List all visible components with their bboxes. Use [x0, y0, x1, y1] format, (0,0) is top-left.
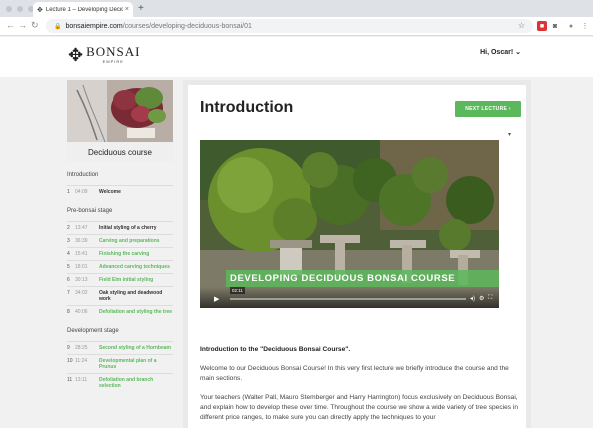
lesson-duration: 04:09 [75, 189, 88, 195]
tab-close-icon[interactable]: × [125, 6, 129, 13]
tab-title: Lecture 1 – Developing Decidu [45, 6, 123, 13]
url-field[interactable]: 🔒 bonsaiempire.com /courses/developing-d… [46, 19, 533, 33]
sidebar-lesson-item[interactable]: 8 40:06 Defoliation and styling the tree [67, 305, 173, 318]
course-sidebar: Deciduous course Introduction 1 04:09 Welco… [67, 80, 173, 428]
lesson-title: Defoliation and branch selection [99, 377, 154, 389]
lesson-duration: 36:39 [75, 238, 88, 244]
sidebar-lesson-item[interactable]: 7 34:02 Oak styling and deadwood work [67, 286, 173, 305]
logo-subtext: EMPIRE [102, 59, 124, 64]
lesson-title: Developmental plan of a Prunus [99, 358, 157, 370]
site-header: ✥ BONSAI EMPIRE Hi, Oscar! ⌄ [0, 37, 593, 77]
lesson-title: Second styling of a Hornbeam [99, 345, 171, 351]
lesson-number: 6 [67, 277, 70, 283]
sidebar-lesson-item[interactable]: 11 13:11 Defoliation and branch selection [67, 373, 173, 392]
new-tab-button[interactable]: + [138, 3, 144, 14]
lecture-description: Introduction to the "Deciduous Bonsai Co… [200, 345, 520, 428]
lesson-duration: 11:24 [75, 358, 88, 364]
browser-tab-bar: ✥ Lecture 1 – Developing Decidu × + [0, 0, 593, 17]
lesson-duration: 13:47 [75, 225, 88, 231]
lesson-number: 2 [67, 225, 70, 231]
lesson-number: 10 [67, 358, 73, 364]
sidebar-lesson-item[interactable]: 5 18:01 Advanced carving techniques [67, 260, 173, 273]
lesson-number: 5 [67, 264, 70, 270]
video-title-banner: DEVELOPING DECIDUOUS BONSAI COURSE [226, 270, 499, 287]
lesson-title: Initial styling of a cherry [99, 225, 157, 231]
sidebar-section-title: Introduction [67, 172, 99, 178]
sidebar-section-title: Development stage [67, 328, 119, 334]
lesson-title: Carving and preparations [99, 238, 160, 244]
lesson-number: 1 [67, 189, 70, 195]
reload-icon[interactable]: ↻ [31, 20, 39, 31]
window-controls[interactable] [6, 6, 34, 12]
extension-icon[interactable]: ■ [537, 21, 547, 31]
lesson-title: Field Elm initial styling [99, 277, 154, 283]
sidebar-lesson-item[interactable]: 9 28:25 Second styling of a Hornbeam [67, 341, 173, 354]
browser-tab[interactable]: ✥ Lecture 1 – Developing Decidu × [33, 2, 133, 17]
sidebar-lesson-item[interactable]: 1 04:09 Welcome [67, 185, 173, 198]
video-controls: ▶ 02:11 ◂) ⚙ ⛶ [200, 287, 499, 308]
sidebar-section-title: Pre-bonsai stage [67, 208, 113, 214]
volume-icon[interactable]: ◂) [470, 295, 475, 302]
url-host: bonsaiempire.com [65, 22, 123, 30]
sidebar-lesson-item[interactable]: 6 30:13 Field Elm initial styling [67, 273, 173, 286]
video-progress-bar[interactable] [230, 298, 466, 300]
lesson-duration: 40:06 [75, 309, 88, 315]
back-icon[interactable]: ← [6, 20, 15, 30]
course-title: Deciduous course [67, 142, 173, 162]
chevron-down-icon: ⌄ [515, 49, 521, 56]
settings-icon[interactable]: ⚙ [479, 295, 484, 302]
lesson-title: Oak styling and deadwood work [99, 290, 163, 302]
sidebar-lesson-item[interactable]: 10 11:24 Developmental plan of a Prunus [67, 354, 173, 373]
lesson-duration: 30:13 [75, 277, 88, 283]
bonsai-favicon-icon: ✥ [37, 6, 43, 14]
lecture-intro-heading: Introduction to the "Deciduous Bonsai Co… [200, 346, 351, 353]
fullscreen-icon[interactable]: ⛶ [488, 295, 492, 302]
lecture-paragraph: Your teachers (Walter Pall, Mauro Stembe… [200, 394, 519, 421]
lesson-number: 9 [67, 345, 70, 351]
course-card[interactable]: Deciduous course [67, 80, 173, 162]
lesson-duration: 28:25 [75, 345, 88, 351]
lecture-paragraph: Welcome to our Deciduous Bonsai Course! … [200, 365, 509, 382]
lesson-title: Finishing the carving [99, 251, 150, 257]
lesson-duration: 15:41 [75, 251, 88, 257]
forward-icon[interactable]: → [18, 20, 27, 30]
play-icon[interactable]: ▶ [214, 295, 219, 303]
lesson-number: 7 [67, 290, 70, 296]
lesson-number: 4 [67, 251, 70, 257]
sidebar-lesson-item[interactable]: 2 13:47 Initial styling of a cherry [67, 221, 173, 234]
profile-avatar-icon[interactable]: ● [566, 21, 576, 31]
lesson-title: Advanced carving techniques [99, 264, 170, 270]
main-content: Introduction NEXT LECTURE › ▾ DEVELOPING… [183, 80, 531, 428]
lesson-duration: 13:11 [75, 377, 88, 383]
lesson-title: Defoliation and styling the tree [99, 309, 173, 315]
lock-icon: 🔒 [54, 23, 62, 30]
address-bar-row: ← → ↻ 🔒 bonsaiempire.com /courses/develo… [0, 17, 593, 36]
user-greeting: Hi, Oscar! [480, 49, 514, 56]
course-image [67, 80, 173, 142]
lesson-duration: 34:02 [75, 290, 88, 296]
sidebar-lesson-item[interactable]: 3 36:39 Carving and preparations [67, 234, 173, 247]
logo-mark-icon: ✥ [68, 44, 84, 65]
url-path: /courses/developing-deciduous-bonsai/01 [122, 22, 252, 30]
video-time: 02:11 [230, 287, 245, 294]
next-lecture-button[interactable]: NEXT LECTURE › [455, 101, 521, 117]
lesson-number: 8 [67, 309, 70, 315]
caret-down-icon[interactable]: ▾ [508, 131, 511, 138]
lesson-title: Welcome [99, 189, 121, 195]
user-menu[interactable]: Hi, Oscar! ⌄ [480, 48, 521, 56]
bonsai-empire-logo[interactable]: ✥ BONSAI EMPIRE [68, 44, 141, 65]
lesson-number: 3 [67, 238, 70, 244]
lesson-duration: 18:01 [75, 264, 88, 270]
video-player[interactable]: DEVELOPING DECIDUOUS BONSAI COURSE ▶ 02:… [200, 140, 499, 308]
star-icon[interactable]: ☆ [518, 21, 525, 30]
page-title: Introduction [200, 99, 294, 116]
lecture-panel: Introduction NEXT LECTURE › ▾ DEVELOPING… [188, 85, 526, 428]
sidebar-lesson-item[interactable]: 4 15:41 Finishing the carving [67, 247, 173, 260]
logo-text: BONSAI [86, 44, 141, 59]
browser-menu-icon[interactable]: ⋮ [580, 21, 590, 31]
camera-icon[interactable]: ◙ [550, 21, 560, 31]
lesson-number: 11 [67, 377, 73, 383]
